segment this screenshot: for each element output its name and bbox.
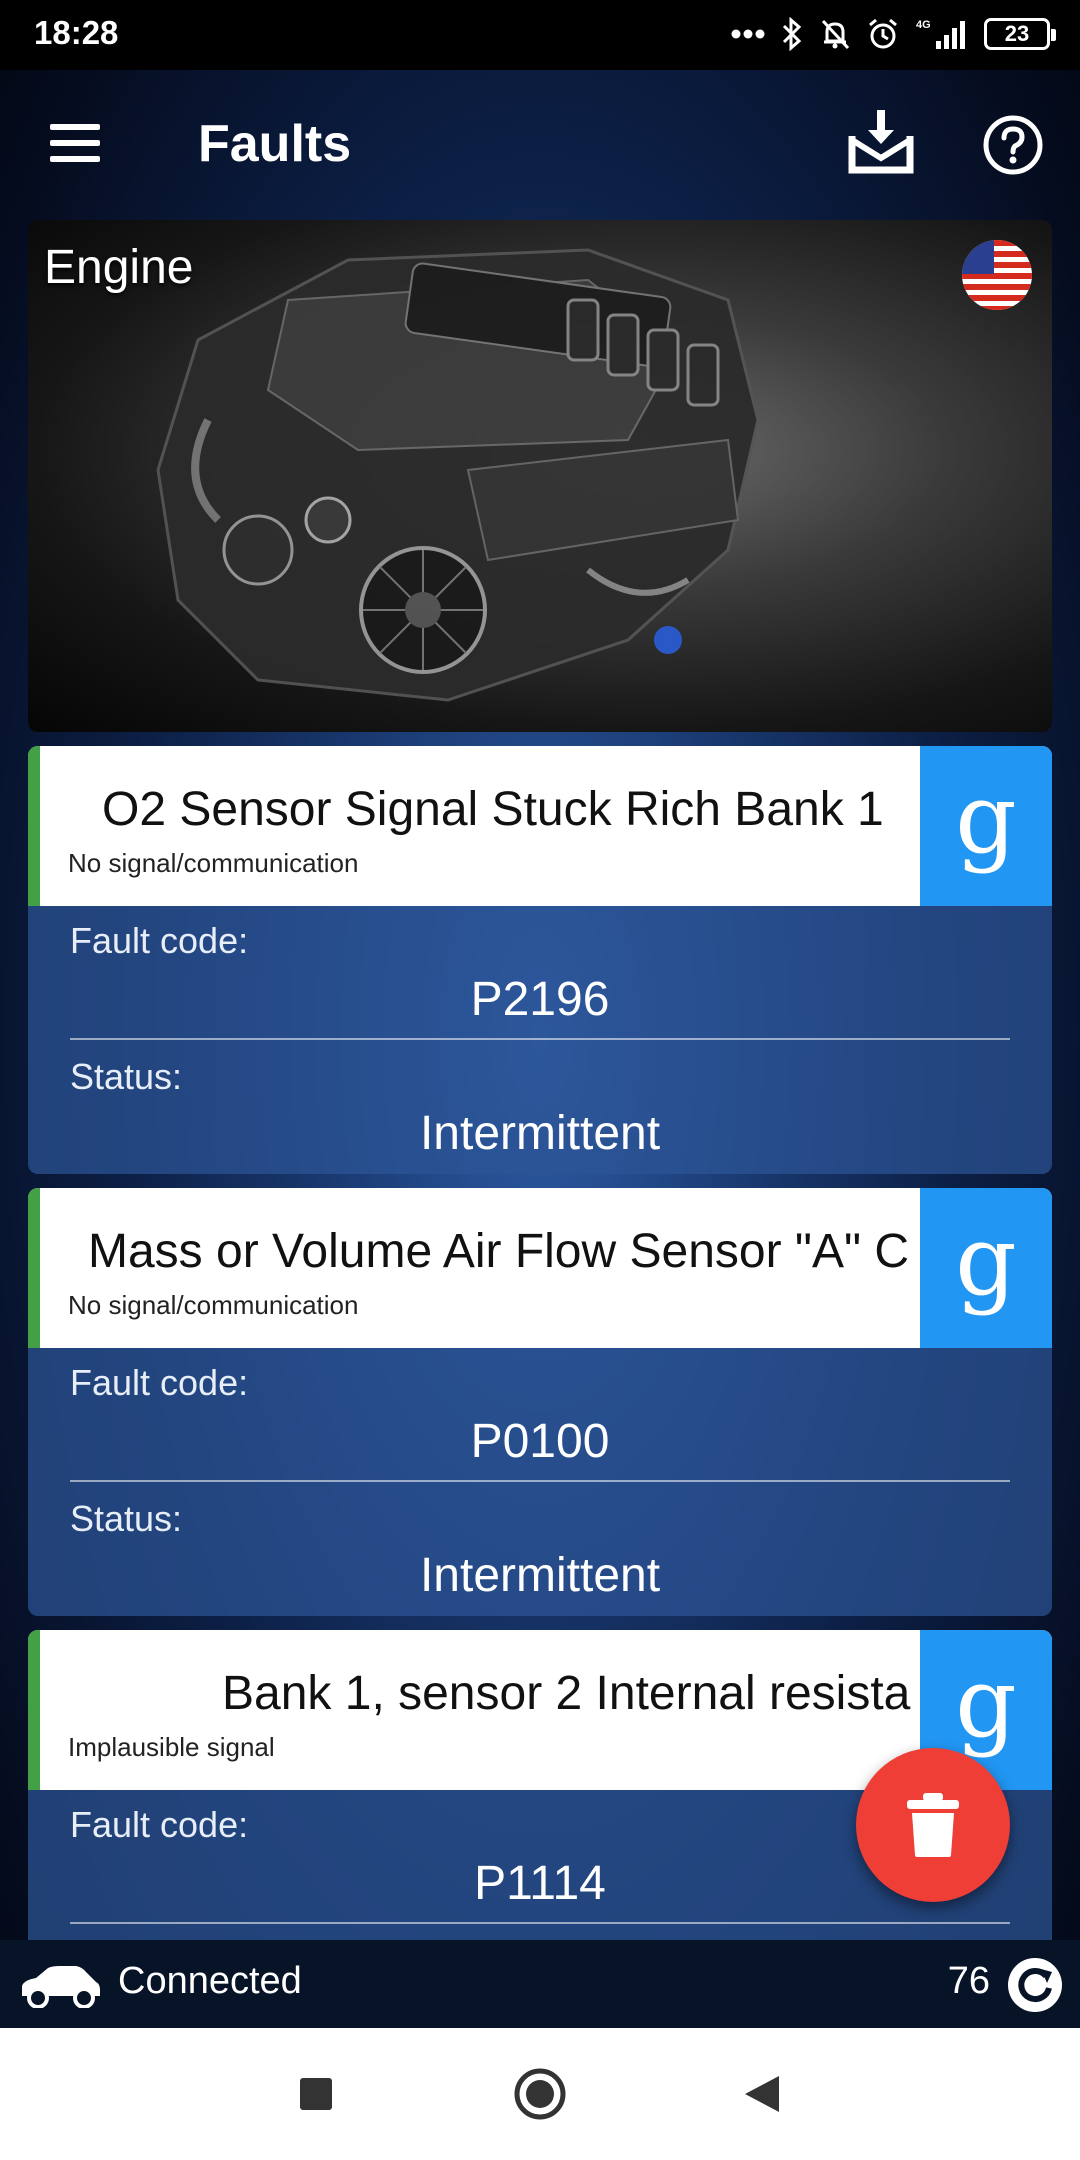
status-bar: 18:28 4G 23 [0, 0, 1080, 70]
fault-subtitle: No signal/communication [68, 1290, 359, 1320]
fault-card: O2 Sensor Signal Stuck Rich Bank 1 No si… [28, 746, 1052, 1174]
back-button[interactable] [726, 2058, 798, 2130]
connection-status: Connected [118, 1960, 302, 2002]
alarm-icon [866, 17, 900, 51]
circle-icon [514, 2068, 566, 2120]
recents-button[interactable] [280, 2058, 352, 2130]
refresh-icon[interactable] [1006, 1956, 1064, 2014]
fault-subtitle: No signal/communication [68, 848, 359, 878]
us-flag-icon[interactable] [962, 240, 1032, 310]
fault-code-label: Fault code: [70, 1804, 249, 1845]
delete-faults-button[interactable] [856, 1748, 1010, 1902]
svg-text:4G: 4G [916, 19, 931, 31]
car-icon [22, 1966, 100, 2008]
engine-label: Engine [44, 241, 194, 294]
system-nav-bar [0, 2028, 1080, 2160]
google-search-button[interactable]: g [920, 1188, 1052, 1348]
pid-count: 76 [947, 1960, 990, 2002]
status-value: Intermittent [419, 1549, 661, 1602]
fault-code-value: P0100 [470, 1415, 610, 1468]
menu-icon[interactable] [44, 120, 104, 170]
fault-code-label: Fault code: [70, 920, 249, 961]
status-value: Intermittent [419, 1107, 661, 1160]
fault-header[interactable]: Mass or Volume Air Flow Sensor "A" C No … [28, 1188, 1052, 1348]
google-g-icon: g [955, 763, 1017, 875]
fault-code-value: P2196 [470, 973, 610, 1026]
battery-indicator: 23 [984, 18, 1056, 50]
status-label: Status: [70, 1056, 183, 1097]
google-search-button[interactable]: g [920, 746, 1052, 906]
fault-details: Fault code: P0100 Status: Intermittent [28, 1348, 1052, 1616]
engine-banner: Engine [28, 220, 1052, 732]
status-time: 18:28 [34, 14, 119, 51]
muted-bell-icon [818, 17, 852, 51]
divider [70, 1922, 1010, 1924]
fault-title: O2 Sensor Signal Stuck Rich Bank 1 [102, 783, 884, 836]
back-triangle-icon [745, 2076, 779, 2112]
page-title: Faults [198, 115, 352, 173]
fault-title: Bank 1, sensor 2 Internal resista [222, 1667, 911, 1720]
fault-header[interactable]: O2 Sensor Signal Stuck Rich Bank 1 No si… [28, 746, 1052, 906]
fault-card: Mass or Volume Air Flow Sensor "A" C No … [28, 1188, 1052, 1616]
signal-icon: 4G [914, 17, 970, 51]
status-icons: 4G 23 [730, 12, 1056, 56]
google-g-icon: g [955, 1647, 1017, 1759]
fault-subtitle: Implausible signal [68, 1732, 275, 1762]
download-tray-icon[interactable] [846, 106, 916, 178]
engine-image [156, 248, 760, 702]
app-bar: Faults [0, 70, 1080, 220]
connection-bar: Connected 76 [0, 1940, 1080, 2028]
divider [70, 1480, 1010, 1482]
fault-code-label: Fault code: [70, 1362, 249, 1403]
bluetooth-icon [780, 17, 804, 51]
help-circle-icon[interactable] [982, 114, 1044, 176]
trash-icon [907, 1793, 959, 1857]
google-g-icon: g [955, 1205, 1017, 1317]
fault-details: Fault code: P2196 Status: Intermittent [28, 906, 1052, 1174]
divider [70, 1038, 1010, 1040]
status-label: Status: [70, 1498, 183, 1539]
more-notifications-icon [730, 28, 766, 40]
fault-title: Mass or Volume Air Flow Sensor "A" C [88, 1225, 910, 1278]
square-icon [300, 2078, 332, 2110]
home-button[interactable] [504, 2058, 576, 2130]
